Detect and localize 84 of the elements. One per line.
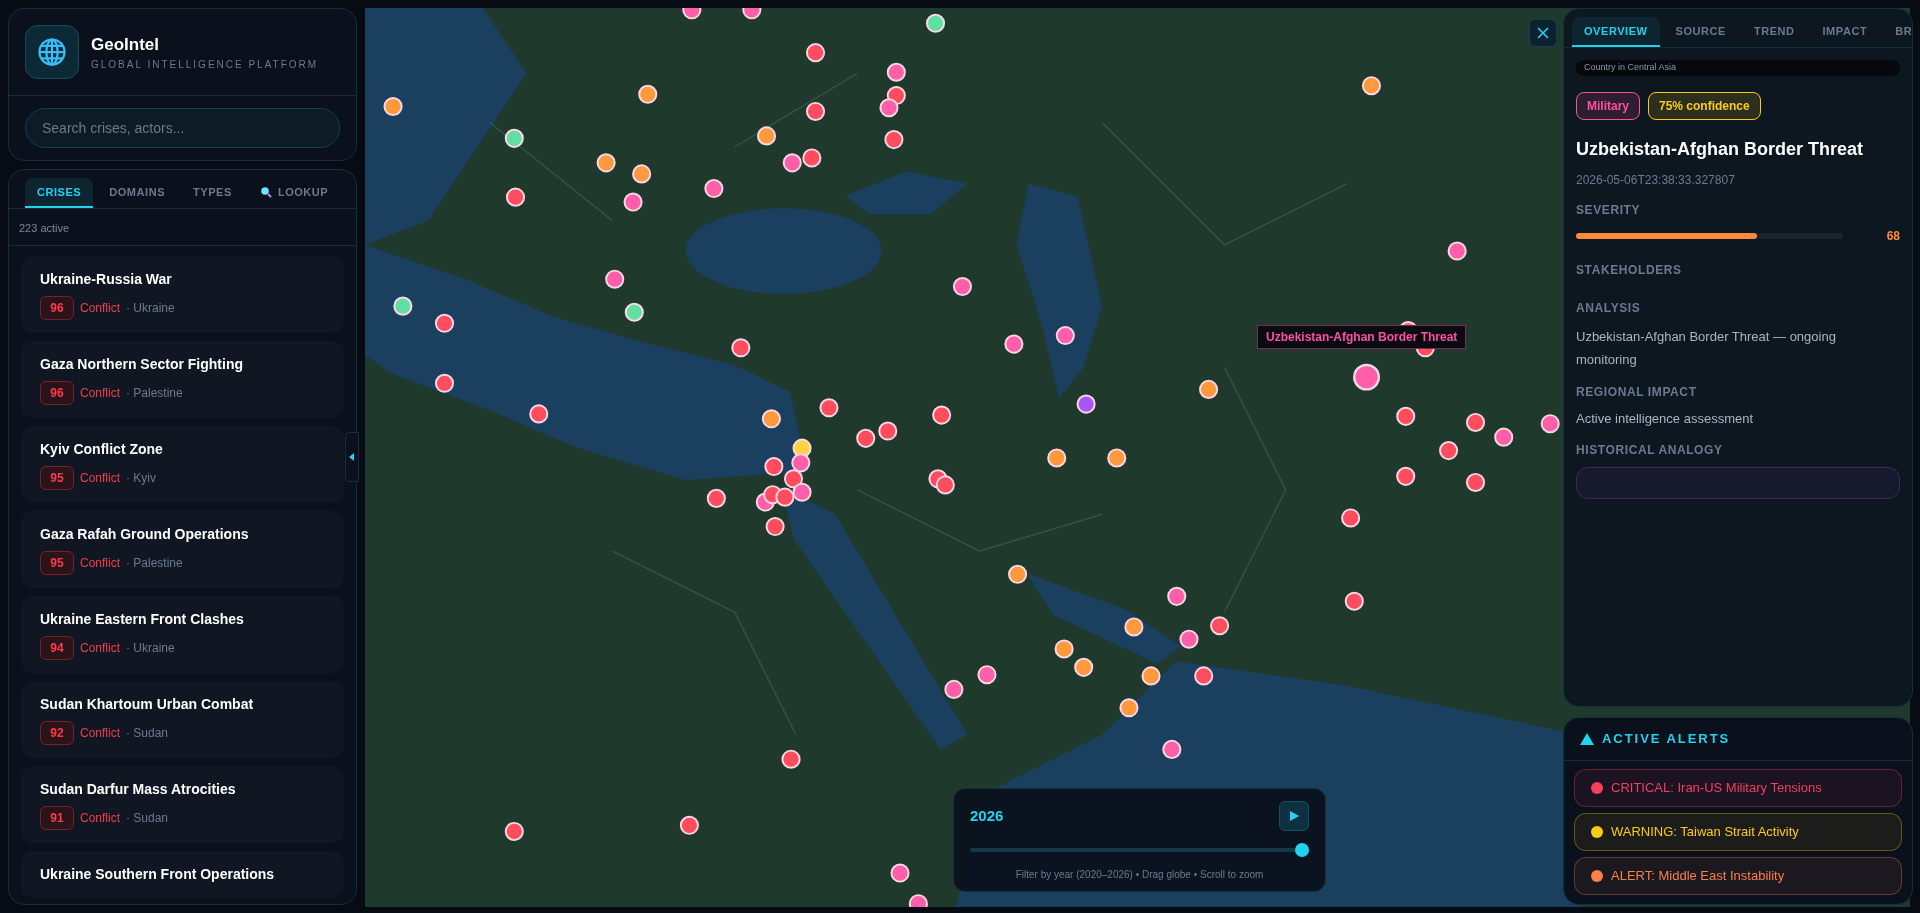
tag: Military: [1576, 92, 1640, 120]
crisis-location: · Palestine: [126, 555, 183, 572]
alert-item[interactable]: CRITICAL: Iran-US Military Tensions: [1574, 769, 1902, 807]
crisis-card[interactable]: Ukraine-Russia War 96 Conflict · Ukraine: [21, 256, 344, 333]
crisis-title: Kyiv Conflict Zone: [40, 440, 164, 459]
crisis-type: Conflict: [80, 640, 120, 657]
crisis-title: Sudan Khartoum Urban Combat: [40, 695, 255, 714]
year-slider[interactable]: [970, 843, 1309, 857]
alert-item[interactable]: WARNING: Taiwan Strait Activity: [1574, 813, 1902, 851]
active-count: 223 active: [19, 222, 70, 234]
crisis-type: Conflict: [80, 300, 120, 317]
crisis-location: · Sudan: [126, 810, 169, 827]
crisis-type: Conflict: [80, 725, 120, 742]
crisis-card[interactable]: Ukraine Eastern Front Clashes 94 Conflict · Ukraine: [21, 596, 344, 673]
section-heading: ANALYSIS: [1576, 300, 1642, 317]
crisis-title: Ukraine Southern Front Operations: [40, 865, 276, 884]
timestamp: 2026-05-06T23:38:33.327807: [1576, 172, 1736, 189]
caret-icon: [349, 453, 355, 461]
crisis-card[interactable]: Ukraine Southern Front Operations: [21, 851, 344, 898]
alert-text: WARNING: Taiwan Strait Activity: [1611, 823, 1799, 842]
score-badge: 96: [40, 296, 74, 320]
detail-tab[interactable]: BR: [1883, 17, 1912, 47]
section-heading: SEVERITY: [1576, 202, 1642, 219]
crisis-location: · Palestine: [126, 385, 183, 402]
region-label: Country in Central Asia: [1584, 61, 1677, 75]
crisis-type: Conflict: [80, 385, 120, 402]
detail-tab[interactable]: SOURCE: [1663, 17, 1738, 47]
sidebar-tab[interactable]: LOOKUP: [247, 178, 341, 208]
crisis-card[interactable]: Sudan Khartoum Urban Combat 92 Conflict · Sudan: [21, 681, 344, 758]
analysis-text: Uzbekistan-Afghan Border Threat — ongoing monitoring: [1576, 328, 1837, 369]
crisis-title: Uzbekistan-Afghan Border Threat: [1576, 138, 1865, 161]
score-badge: 94: [40, 636, 74, 660]
slider-thumb[interactable]: [1295, 843, 1309, 857]
globe-icon: [25, 25, 79, 79]
section-heading: STAKEHOLDERS: [1576, 262, 1683, 279]
impact-text: Active intelligence assessment: [1576, 410, 1755, 428]
score-badge: 92: [40, 721, 74, 745]
section-heading: HISTORICAL ANALOGY: [1576, 441, 1724, 459]
alert-item[interactable]: ALERT: Middle East Instability: [1574, 857, 1902, 895]
sidebar-tab[interactable]: CRISES: [25, 178, 94, 208]
play-button[interactable]: [1279, 801, 1309, 831]
crisis-type: Conflict: [80, 470, 120, 487]
alert-text: CRITICAL: Iran-US Military Tensions: [1611, 779, 1822, 798]
section-heading: REGIONAL IMPACT: [1576, 384, 1698, 401]
detail-tab[interactable]: IMPACT: [1810, 17, 1880, 47]
app-title: GeoIntel: [91, 33, 160, 56]
detail-tab[interactable]: TREND: [1741, 17, 1807, 47]
crisis-type: Conflict: [80, 810, 120, 827]
crisis-title: Sudan Darfur Mass Atrocities: [40, 780, 237, 799]
timeline-hint: Filter by year (2020–2026) • Drag globe • Scroll to zoom: [1015, 869, 1264, 880]
map-tooltip: Uzbekistan-Afghan Border Threat: [1257, 325, 1467, 349]
warning-icon: [1580, 733, 1594, 745]
score-badge: 91: [40, 806, 74, 830]
crisis-title: Ukraine-Russia War: [40, 270, 173, 289]
crisis-title: Gaza Rafah Ground Operations: [40, 525, 250, 544]
play-icon: [1288, 810, 1300, 822]
severity-value: 68: [1886, 228, 1900, 245]
year-label: 2026: [970, 805, 1004, 826]
score-badge: 96: [40, 381, 74, 405]
crisis-card[interactable]: Gaza Rafah Ground Operations 95 Conflict · Palestine: [21, 511, 344, 588]
search-field[interactable]: Search crises, actors...: [25, 108, 340, 148]
alerts-title: ACTIVE ALERTS: [1602, 730, 1731, 749]
crisis-card[interactable]: Kyiv Conflict Zone 95 Conflict · Kyiv: [21, 426, 344, 503]
crisis-location: · Ukraine: [126, 300, 175, 317]
app-subtitle: GLOBAL INTELLIGENCE PLATFORM: [91, 58, 319, 73]
collapse-handle[interactable]: [345, 432, 359, 482]
crisis-card[interactable]: Gaza Northern Sector Fighting 96 Conflict · Palestine: [21, 341, 344, 418]
sidebar-tab[interactable]: DOMAINS: [97, 178, 178, 208]
crisis-location: · Kyiv: [126, 470, 156, 487]
crisis-type: Conflict: [80, 555, 120, 572]
search-icon: [259, 186, 272, 198]
tag: 75% confidence: [1648, 92, 1761, 120]
score-badge: 95: [40, 466, 74, 490]
alert-text: ALERT: Middle East Instability: [1611, 867, 1785, 886]
crisis-title: Ukraine Eastern Front Clashes: [40, 610, 245, 629]
crisis-location: · Ukraine: [126, 640, 175, 657]
crisis-title: Gaza Northern Sector Fighting: [40, 355, 244, 374]
sidebar-tab[interactable]: TYPES: [181, 178, 244, 208]
crisis-location: · Sudan: [126, 725, 169, 742]
close-icon: [1537, 27, 1549, 39]
detail-tab[interactable]: OVERVIEW: [1572, 17, 1660, 47]
score-badge: 95: [40, 551, 74, 575]
crisis-card[interactable]: Sudan Darfur Mass Atrocities 91 Conflict · Sudan: [21, 766, 344, 843]
close-button[interactable]: [1529, 19, 1557, 47]
